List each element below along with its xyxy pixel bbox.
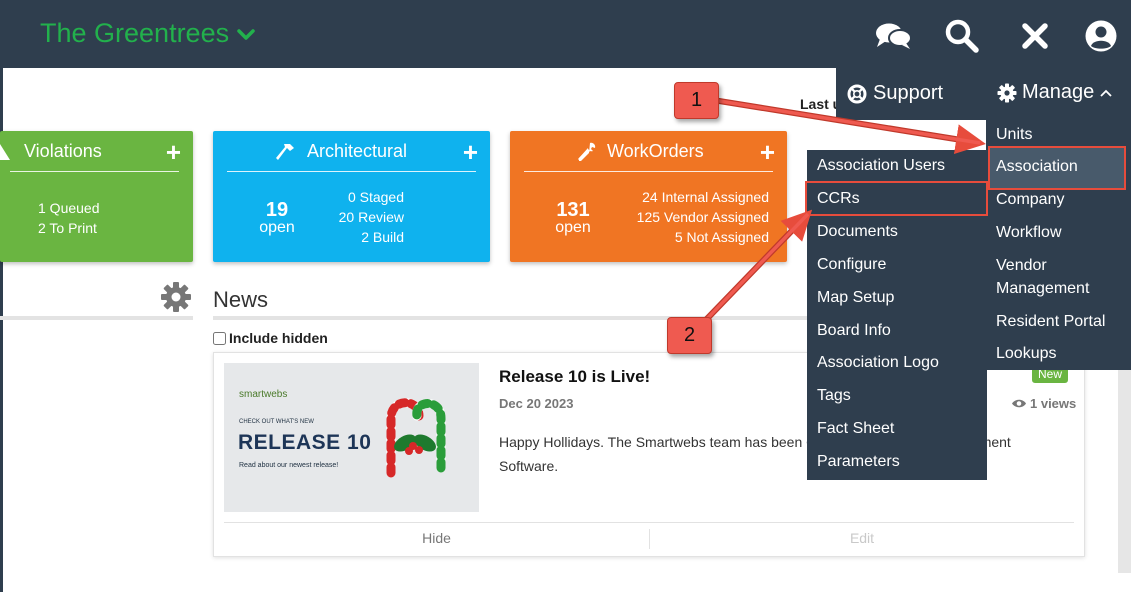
hide-news-button[interactable]: Hide [224, 530, 649, 546]
scroll-gutter [1118, 368, 1131, 573]
eye-icon [1012, 399, 1026, 408]
candy-cane-icon [386, 398, 446, 478]
architectural-count: 19 [265, 199, 289, 221]
divider [10, 171, 179, 172]
banner-tagline: Read about our newest release! [239, 462, 339, 469]
submenu-item-parameters[interactable]: Parameters [817, 453, 900, 471]
workorders-not-assigned[interactable]: 5 Not Assigned [637, 227, 769, 247]
include-hidden-checkbox[interactable] [213, 331, 226, 345]
architectural-open-count[interactable]: 19 open [251, 199, 303, 237]
chevron-up-icon [1100, 89, 1112, 97]
workorders-vendor-assigned[interactable]: 125 Vendor Assigned [637, 207, 769, 227]
search-icon[interactable] [942, 16, 982, 56]
add-violation-button[interactable]: + [166, 139, 181, 165]
news-item-title[interactable]: Release 10 is Live! [499, 367, 650, 387]
gear-icon [997, 83, 1017, 102]
user-icon[interactable] [1081, 16, 1121, 56]
workorders-open-label: open [555, 219, 591, 236]
submenu-item-map-setup[interactable]: Map Setup [817, 289, 894, 307]
wrench-icon [578, 142, 596, 161]
divider [524, 171, 773, 172]
divider [224, 522, 1074, 523]
lifebuoy-icon [847, 84, 867, 103]
submenu-item-association-users[interactable]: Association Users [817, 157, 945, 175]
warning-icon [0, 143, 10, 160]
submenu-item-tags[interactable]: Tags [817, 387, 851, 405]
divider [213, 316, 813, 320]
workorders-title: WorkOrders [577, 141, 704, 162]
news-item-views: 1 views [1011, 396, 1076, 411]
edit-news-button[interactable]: Edit [650, 530, 1074, 546]
close-icon[interactable] [1015, 16, 1055, 56]
manage-item-association[interactable]: Association [996, 155, 1126, 178]
support-button[interactable]: Support [847, 82, 943, 105]
chevron-down-icon [237, 29, 255, 40]
manage-item-units[interactable]: Units [996, 123, 1126, 146]
add-workorder-button[interactable]: + [760, 139, 775, 165]
submenu-item-configure[interactable]: Configure [817, 256, 886, 274]
submenu-item-fact-sheet[interactable]: Fact Sheet [817, 420, 894, 438]
step-1-callout: 1 [674, 82, 719, 119]
violations-stats: 1 Queued 2 To Print [38, 198, 100, 238]
manage-button[interactable]: Manage [997, 81, 1113, 104]
ccrs-highlight [805, 181, 988, 216]
submenu-item-documents[interactable]: Documents [817, 223, 898, 241]
manage-item-lookups[interactable]: Lookups [996, 342, 1126, 365]
news-heading: News [213, 287, 269, 312]
community-name: The Greentrees [40, 18, 230, 48]
step-2-callout: 2 [667, 317, 712, 354]
architectural-staged[interactable]: 0 Staged [339, 187, 404, 207]
hammer-icon [276, 143, 294, 160]
violations-label: Violations [24, 141, 102, 161]
banner-kicker: CHECK OUT WHAT'S NEW [239, 419, 314, 425]
workorders-tile[interactable]: WorkOrders + 131 open 24 Internal Assign… [510, 131, 787, 262]
views-count: 1 views [1030, 396, 1077, 411]
violations-queued[interactable]: 1 Queued [38, 198, 100, 218]
architectural-tile[interactable]: Architectural + 19 open 0 Staged 20 Revi… [213, 131, 490, 262]
architectural-title: Architectural [275, 141, 407, 162]
submenu-item-board-info[interactable]: Board Info [817, 322, 891, 340]
architectural-label: Architectural [307, 141, 408, 161]
workorders-internal-assigned[interactable]: 24 Internal Assigned [637, 187, 769, 207]
workorders-open-count[interactable]: 131 open [546, 199, 600, 237]
manage-item-vendor-management[interactable]: Vendor Management [996, 254, 1111, 300]
add-architectural-button[interactable]: + [463, 139, 478, 165]
support-label: Support [873, 82, 944, 104]
manage-label: Manage [1022, 81, 1095, 103]
divider [0, 316, 193, 320]
manage-item-workflow[interactable]: Workflow [996, 221, 1126, 244]
workorders-stats: 24 Internal Assigned 125 Vendor Assigned… [637, 187, 769, 247]
chat-icon[interactable] [874, 16, 914, 56]
violations-title: Violations [0, 141, 102, 162]
include-hidden-label: Include hidden [229, 330, 328, 346]
top-bar: The Greentrees [0, 0, 1131, 68]
workorders-count: 131 [556, 199, 590, 221]
architectural-review[interactable]: 20 Review [339, 207, 404, 227]
include-hidden-toggle[interactable]: Include hidden [213, 330, 328, 346]
architectural-stats: 0 Staged 20 Review 2 Build [339, 187, 404, 247]
architectural-open-label: open [259, 219, 295, 236]
banner-headline: RELEASE 10 [238, 431, 372, 454]
banner-brand: smartwebs [239, 389, 288, 400]
manage-item-resident-portal[interactable]: Resident Portal [996, 310, 1126, 333]
settings-gear-icon[interactable] [160, 281, 192, 318]
news-item-date: Dec 20 2023 [499, 396, 574, 411]
community-selector[interactable]: The Greentrees [40, 18, 255, 49]
release-banner-image: smartwebs CHECK OUT WHAT'S NEW RELEASE 1… [224, 363, 479, 512]
violations-tile[interactable]: Violations + 1 Queued 2 To Print [0, 131, 193, 262]
workorders-label: WorkOrders [607, 141, 704, 161]
manage-item-company[interactable]: Company [996, 188, 1126, 211]
architectural-build[interactable]: 2 Build [339, 227, 404, 247]
submenu-item-association-logo[interactable]: Association Logo [817, 354, 939, 372]
divider [227, 171, 476, 172]
violations-to-print[interactable]: 2 To Print [38, 218, 100, 238]
